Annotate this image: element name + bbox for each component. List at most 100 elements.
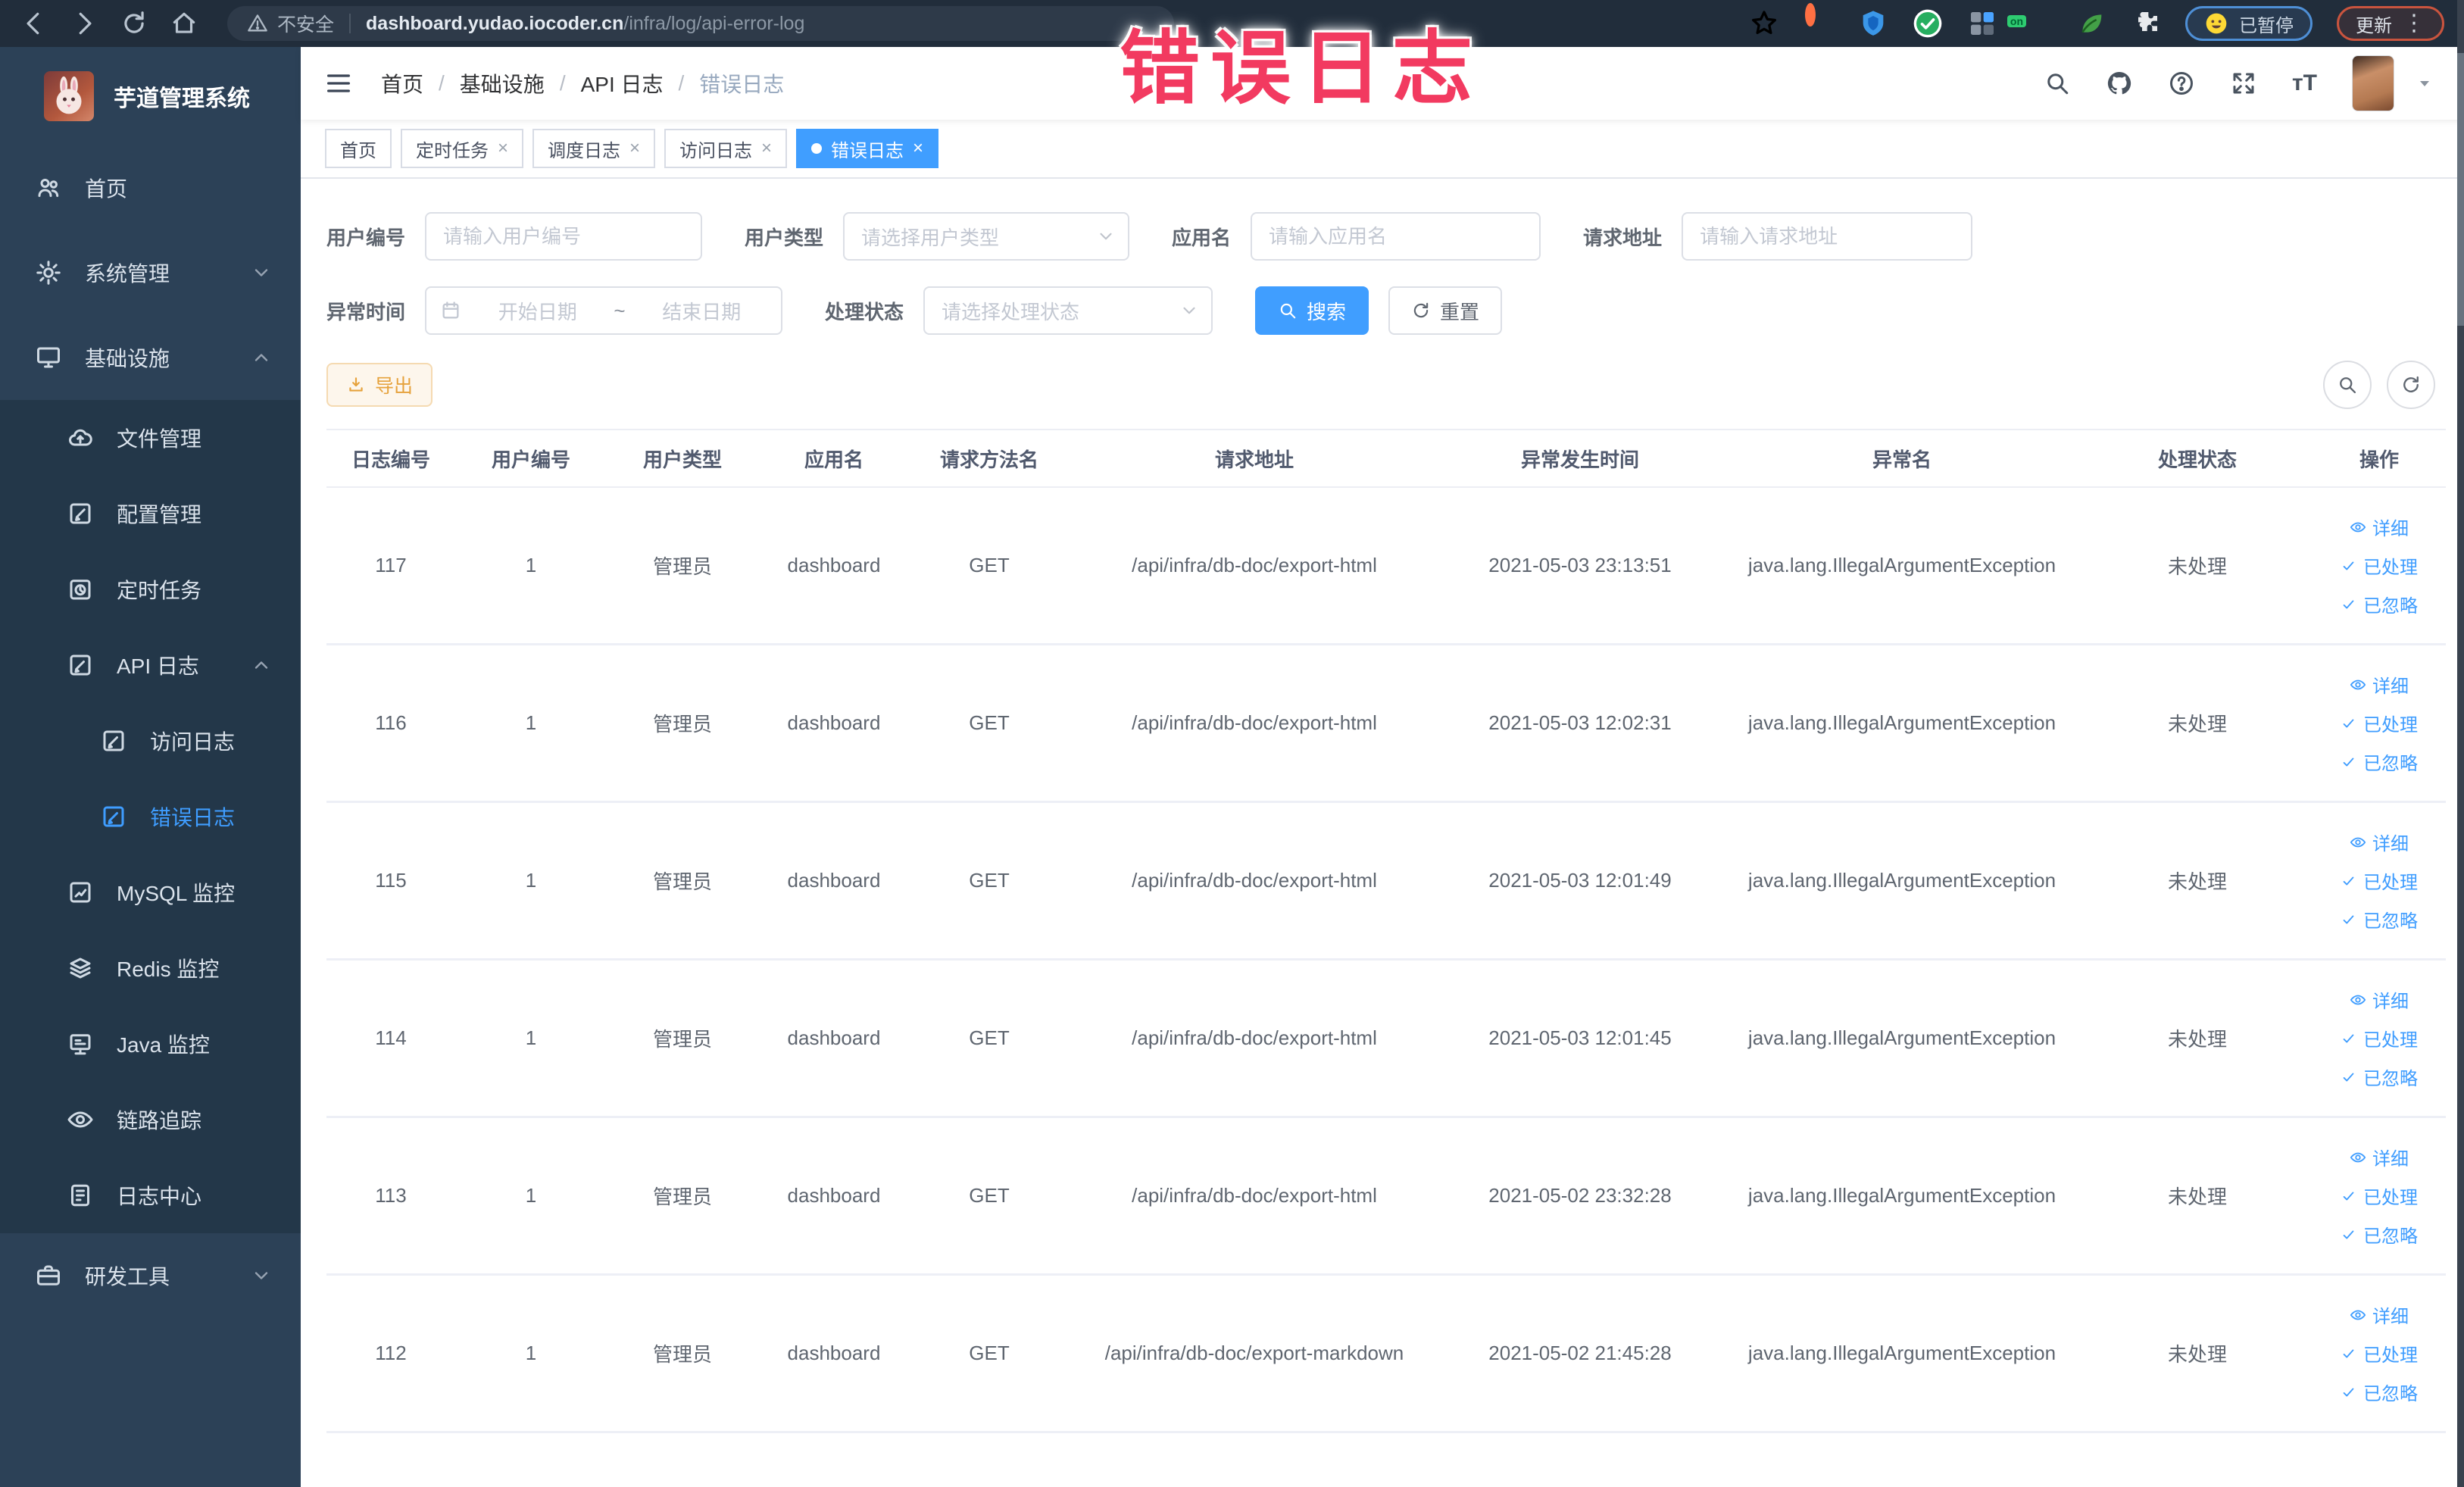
tag-调度日志[interactable]: 调度日志 × [532,129,656,168]
close-icon[interactable]: × [761,139,772,158]
scrollbar-thumb[interactable] [2457,53,2464,326]
ext-grid-icon[interactable] [1967,8,1997,39]
app-header: 首页 / 基础设施 / API 日志 / 错误日志 тT [301,47,2464,120]
user-type-select[interactable]: 请选择用户类型 [843,212,1130,261]
action-已处理[interactable]: 已处理 [2341,1025,2418,1051]
action-详细[interactable]: 详细 [2350,1144,2409,1170]
action-已忽略[interactable]: 已忽略 [2341,748,2418,775]
user-avatar[interactable] [2352,55,2394,111]
action-已处理[interactable]: 已处理 [2341,1340,2418,1367]
breadcrumb-item[interactable]: API 日志 [581,68,664,98]
app-name-input[interactable] [1251,212,1541,261]
action-已忽略[interactable]: 已忽略 [2341,591,2418,617]
action-详细[interactable]: 详细 [2350,1301,2409,1328]
action-已忽略[interactable]: 已忽略 [2341,1379,2418,1405]
sidebar-item-redis-monitor[interactable]: Redis 监控 [0,930,301,1006]
app-logo-row[interactable]: 芋道管理系统 [0,47,301,145]
cell-actions: 详细 已处理 已忽略 [2311,986,2447,1090]
action-label: 已处理 [2363,1345,2418,1366]
action-已处理[interactable]: 已处理 [2341,867,2418,894]
breadcrumb-item[interactable]: 基础设施 [460,68,545,98]
search-icon[interactable] [2044,70,2071,97]
sidebar-item-mysql-monitor[interactable]: MySQL 监控 [0,854,301,930]
exception-time-range-picker[interactable]: 开始日期 ~ 结束日期 [425,286,783,335]
update-button[interactable]: 更新 ⋮ [2337,6,2444,41]
javamon-icon [67,1030,94,1057]
action-label: 已处理 [2363,873,2418,893]
sidebar-item-scheduled-tasks[interactable]: 定时任务 [0,551,301,627]
cell-log_id: 114 [375,1026,407,1049]
bookmark-star-icon[interactable] [1749,8,1779,39]
action-已忽略[interactable]: 已忽略 [2341,1221,2418,1248]
action-已处理[interactable]: 已处理 [2341,710,2418,736]
sidebar-item-file-management[interactable]: 文件管理 [0,400,301,476]
back-icon[interactable] [20,9,48,38]
action-已处理[interactable]: 已处理 [2341,552,2418,579]
sidebar-item-home[interactable]: 首页 [0,145,301,230]
sidebar-item-api-log[interactable]: API 日志 [0,627,301,703]
action-已处理[interactable]: 已处理 [2341,1182,2418,1209]
sidebar-item-error-log[interactable]: 错误日志 [0,779,301,854]
font-size-icon[interactable]: тT [2292,70,2317,96]
home-icon[interactable] [170,9,198,38]
user-no-input[interactable] [425,212,703,261]
cell-exception: java.lang.IllegalArgumentException [1747,1184,2056,1207]
action-已忽略[interactable]: 已忽略 [2341,906,2418,932]
refresh-button[interactable] [2387,361,2435,409]
cell-method: GET [969,554,1010,576]
forward-icon[interactable] [70,9,98,38]
sidebar-item-config-management[interactable]: 配置管理 [0,476,301,551]
browser-menu-icon[interactable]: ⋮ [2403,12,2425,35]
action-详细[interactable]: 详细 [2350,671,2409,698]
tag-访问日志[interactable]: 访问日志 × [664,129,788,168]
tag-定时任务[interactable]: 定时任务 × [401,129,524,168]
extensions-puzzle-icon[interactable] [2131,8,2161,39]
ext-on-badge-icon[interactable]: on [2006,8,2052,39]
chevron-down-icon[interactable] [2416,74,2434,92]
close-icon[interactable]: × [629,139,640,158]
fullscreen-icon[interactable] [2230,70,2257,97]
sidebar-item-trace[interactable]: 链路追踪 [0,1082,301,1157]
table-header-row: 日志编号 用户编号 用户类型 应用名 请求方法名 请求地址 异常发生时间 异常名 处理状态 操作 [326,429,2446,488]
search-toggle-button[interactable] [2323,361,2372,409]
refresh-icon [1411,301,1431,320]
request-url-input[interactable] [1682,212,1973,261]
cell-url: /api/infra/db-doc/export-html [1132,1184,1377,1207]
breadcrumb-item[interactable]: 首页 [381,68,423,98]
collapse-sidebar-icon[interactable] [323,68,354,98]
cell-method: GET [969,1026,1010,1049]
page-scrollbar[interactable] [2457,0,2464,1487]
cell-url: /api/infra/db-doc/export-html [1132,711,1377,734]
sidebar-item-system-management[interactable]: 系统管理 [0,230,301,315]
table-row: 114 1 管理员 dashboard GET/api/infra/db-doc/exp… [326,961,2446,1118]
close-icon[interactable]: × [913,139,923,158]
action-已忽略[interactable]: 已忽略 [2341,1064,2418,1090]
tag-错误日志[interactable]: 错误日志 × [796,129,939,168]
close-icon[interactable]: × [498,139,508,158]
cell-url: /api/infra/db-doc/export-html [1132,869,1377,892]
sidebar-item-label: Redis 监控 [117,957,220,981]
sidebar-item-access-log[interactable]: 访问日志 [0,703,301,779]
sidebar-item-java-monitor[interactable]: Java 监控 [0,1006,301,1082]
search-button[interactable]: 搜索 [1255,286,1369,335]
address-bar[interactable]: 不安全 dashboard.yudao.iocoder.cn /infra/lo… [227,6,1174,41]
tag-首页[interactable]: 首页 [325,129,392,168]
action-详细[interactable]: 详细 [2350,514,2409,540]
action-详细[interactable]: 详细 [2350,829,2409,855]
action-详细[interactable]: 详细 [2350,986,2409,1013]
sidebar-item-log-center[interactable]: 日志中心 [0,1157,301,1233]
reset-button[interactable]: 重置 [1388,286,1503,335]
paused-badge[interactable]: 已暂停 [2185,6,2313,41]
reload-icon[interactable] [120,9,148,38]
cell-exception: java.lang.IllegalArgumentException [1747,869,2056,892]
sidebar-item-dev-tools[interactable]: 研发工具 [0,1233,301,1318]
sidebar-item-infrastructure[interactable]: 基础设施 [0,315,301,400]
ext-green-check-icon[interactable] [1913,8,1943,39]
ext-orange-ring-icon[interactable] [1803,3,1834,39]
export-button[interactable]: 导出 [326,363,433,407]
ext-blue-shield-icon[interactable] [1858,8,1888,39]
github-icon[interactable] [2106,70,2133,97]
ext-leaf-icon[interactable] [2076,8,2106,39]
process-status-select[interactable]: 请选择处理状态 [923,286,1213,335]
help-icon[interactable] [2168,70,2195,97]
